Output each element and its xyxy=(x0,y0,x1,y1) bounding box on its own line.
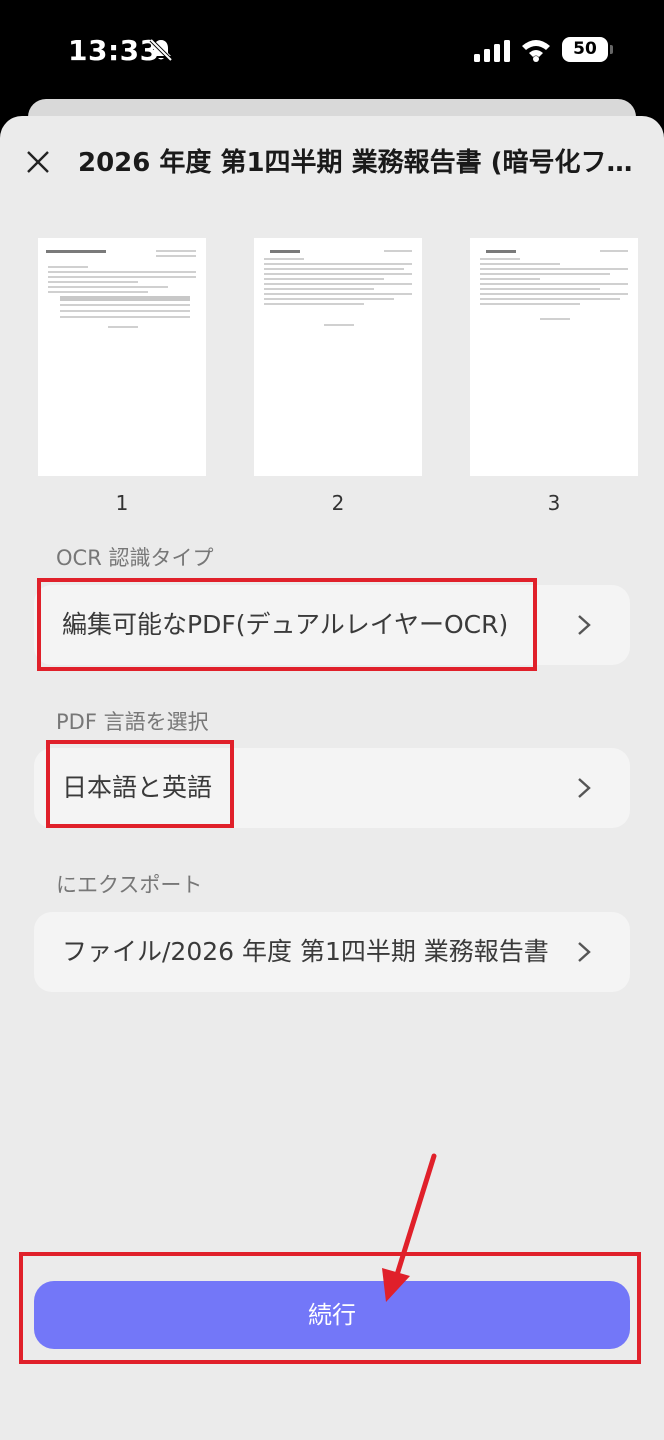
export-label: にエクスポート xyxy=(56,873,203,897)
chevron-right-icon xyxy=(578,942,591,962)
page-number: 3 xyxy=(547,491,561,515)
document-title: 2026 年度 第1四半期 業務報告書 (暗号化ファイル) xyxy=(78,148,638,178)
chevron-right-icon xyxy=(578,778,591,798)
red-arrow-annotation xyxy=(382,1153,437,1302)
status-bar: 13:33 50 xyxy=(0,0,664,100)
export-destination-selector[interactable]: ファイル/2026 年度 第1四半期 業務報告書 xyxy=(34,912,630,992)
page-thumbnail[interactable] xyxy=(470,238,638,476)
export-destination-value: ファイル/2026 年度 第1四半期 業務報告書 xyxy=(62,937,549,966)
highlight-box xyxy=(46,740,234,828)
sheet-header: 2026 年度 第1四半期 業務報告書 (暗号化ファイル) xyxy=(0,130,664,200)
close-icon[interactable] xyxy=(26,150,50,174)
page-thumbnail[interactable] xyxy=(38,238,206,476)
highlight-box xyxy=(37,578,537,671)
signal-icon xyxy=(474,40,510,62)
page-thumbnails: 1 2 3 xyxy=(0,238,664,518)
chevron-right-icon xyxy=(578,615,591,635)
pdf-language-label: PDF 言語を選択 xyxy=(56,710,209,734)
wifi-icon xyxy=(522,40,550,62)
battery-indicator: 50 xyxy=(562,37,613,62)
highlight-box xyxy=(19,1252,641,1364)
status-time: 13:33 xyxy=(68,34,160,67)
ocr-type-label: OCR 認識タイプ xyxy=(56,546,214,570)
page-number: 1 xyxy=(115,491,129,515)
page-thumbnail[interactable] xyxy=(254,238,422,476)
page-number: 2 xyxy=(331,491,345,515)
bell-off-icon xyxy=(149,38,173,62)
